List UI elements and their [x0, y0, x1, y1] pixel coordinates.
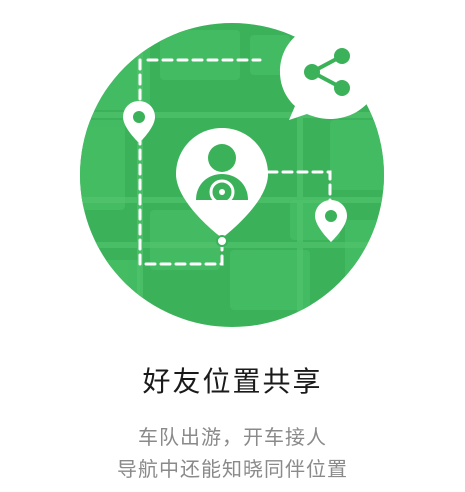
feature-title: 好友位置共享 — [142, 365, 323, 398]
feature-description-line2: 导航中还能知晓同伴位置 — [117, 457, 348, 481]
location-sharing-illustration — [80, 23, 384, 327]
feature-description-line1: 车队出游，开车接人 — [138, 425, 327, 449]
share-icon — [280, 24, 380, 120]
